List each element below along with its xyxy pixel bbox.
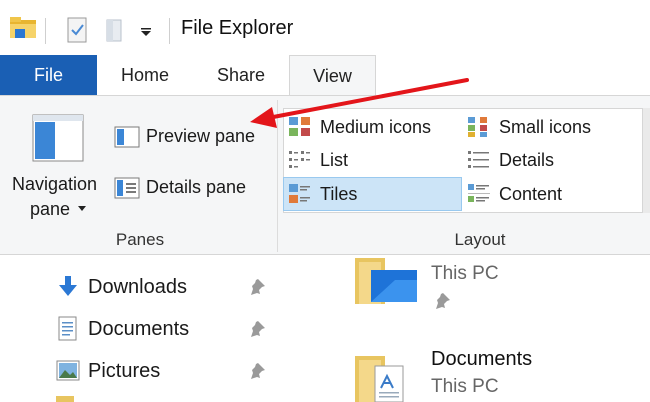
properties-icon[interactable] [66, 17, 88, 43]
pictures-icon [56, 360, 80, 381]
desktop-folder-icon [355, 258, 417, 304]
title-separator [45, 18, 46, 44]
tab-view[interactable]: View [289, 55, 376, 95]
details-pane-label: Details pane [146, 177, 247, 197]
preview-pane-icon [114, 126, 140, 148]
pin-icon[interactable] [248, 278, 266, 296]
content-label: Content [499, 184, 563, 204]
nav-item-label: Pictures [88, 360, 161, 382]
folder-icon[interactable] [9, 16, 37, 40]
window-title: File Explorer [181, 17, 294, 39]
content-item-subtitle: This PC [431, 376, 499, 397]
layout-content[interactable]: Content [465, 180, 640, 208]
navigation-pane-label-line2: pane [30, 199, 71, 219]
content-item-desktop[interactable]: This PC [345, 258, 645, 318]
layout-list[interactable]: List [286, 146, 461, 174]
details-pane-icon [114, 177, 140, 199]
preview-pane-button[interactable]: Preview pane [112, 122, 272, 152]
details-icon [468, 151, 489, 168]
small-icons-label: Small icons [499, 117, 592, 137]
tab-share[interactable]: Share [193, 55, 289, 95]
navigation-pane-icon [32, 114, 84, 162]
small-icons-icon [468, 117, 487, 137]
list-label: List [320, 150, 349, 170]
preview-pane-label: Preview pane [146, 126, 256, 146]
layout-details[interactable]: Details [465, 146, 640, 174]
quick-access-dropdown-icon[interactable] [140, 28, 152, 36]
pin-icon[interactable] [248, 320, 266, 338]
tab-home[interactable]: Home [97, 55, 193, 95]
content-icon [468, 184, 490, 202]
download-arrow-icon [59, 276, 77, 296]
tiles-label: Tiles [320, 184, 358, 204]
details-label: Details [499, 150, 555, 170]
nav-item-pictures[interactable]: Pictures [50, 356, 275, 388]
content-item-subtitle: This PC [431, 263, 499, 284]
nav-item-label: Documents [88, 318, 190, 340]
gallery-scrollbar[interactable] [643, 108, 650, 213]
title-bar [0, 0, 650, 55]
tab-file[interactable]: File [0, 55, 97, 95]
layout-group-label: Layout [454, 230, 506, 249]
nav-item-downloads[interactable]: Downloads [50, 272, 275, 304]
medium-icons-label: Medium icons [320, 117, 432, 137]
pin-icon[interactable] [248, 362, 266, 380]
chevron-down-icon [78, 206, 86, 211]
document-icon [58, 316, 77, 341]
nav-item-documents[interactable]: Documents [50, 314, 275, 346]
layout-tiles[interactable]: Tiles [286, 180, 461, 208]
details-pane-button[interactable]: Details pane [112, 173, 272, 203]
panes-group-label: Panes [115, 230, 165, 249]
list-icon [289, 151, 310, 168]
layout-medium-icons[interactable]: Medium icons [286, 113, 461, 141]
content-item-title: Documents [431, 348, 533, 370]
navigation-pane-label: Navigation [12, 174, 98, 194]
documents-folder-icon [355, 356, 404, 402]
navigation-pane-button[interactable]: Navigation pane [8, 110, 108, 230]
layout-small-icons[interactable]: Small icons [465, 113, 640, 141]
tiles-icon [289, 184, 310, 203]
pin-icon[interactable] [433, 292, 451, 310]
medium-icons-icon [289, 117, 310, 136]
new-folder-icon[interactable] [103, 17, 125, 43]
group-separator [277, 100, 278, 252]
title-separator [169, 18, 170, 44]
nav-item-label: Downloads [88, 276, 187, 298]
folder-icon [56, 396, 74, 402]
content-item-documents[interactable]: Documents This PC [345, 348, 645, 402]
